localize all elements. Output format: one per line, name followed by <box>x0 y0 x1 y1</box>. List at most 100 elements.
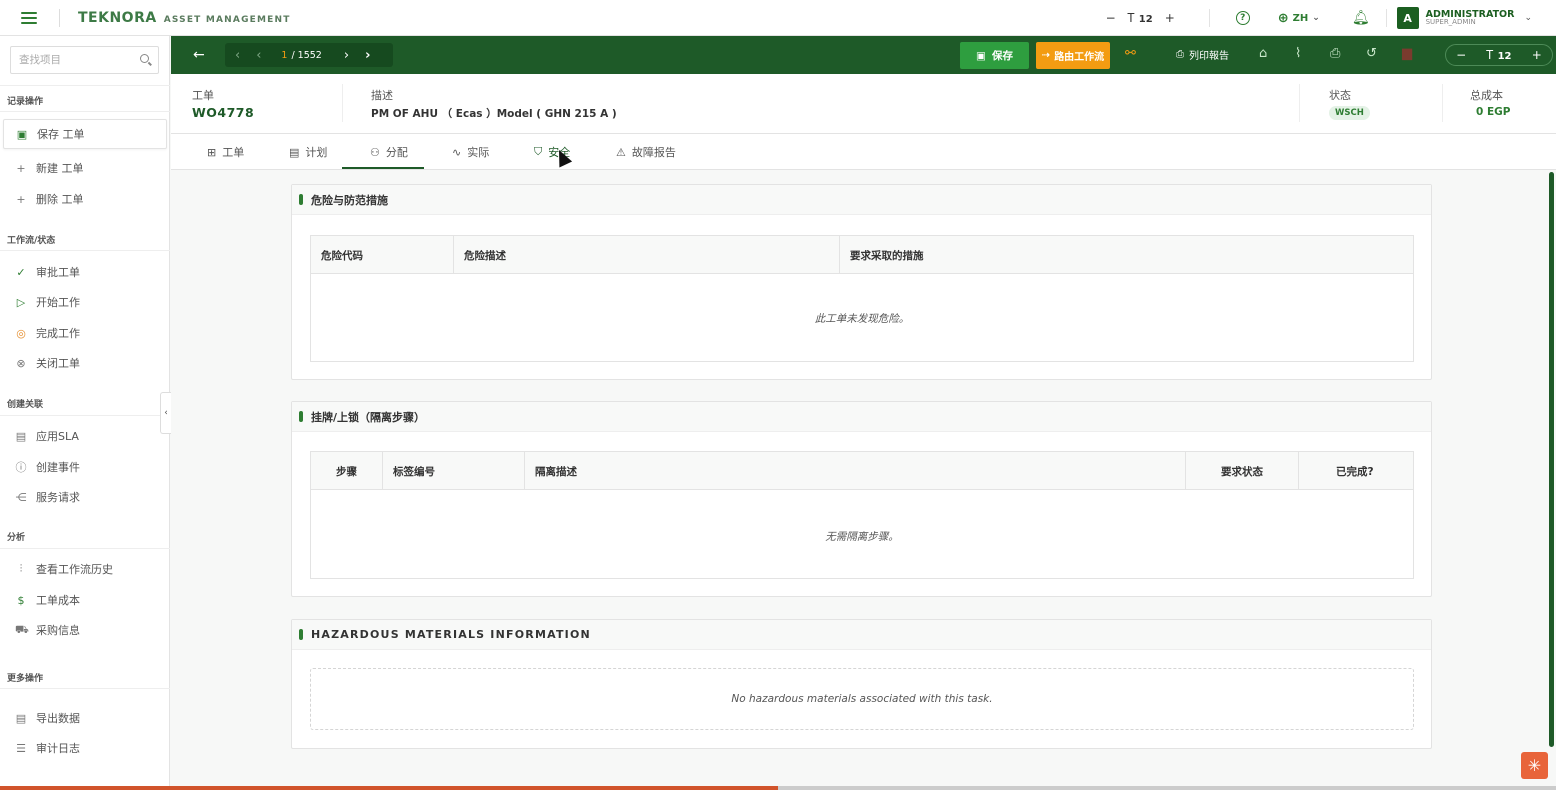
brand-logo[interactable]: TEKNORA ASSET MANAGEMENT <box>78 10 291 26</box>
sidebar-item-label: 创建事件 <box>36 461 80 474</box>
sidebar-item-label: 导出数据 <box>36 712 80 725</box>
font-size-value: 12 <box>1497 50 1512 62</box>
divider <box>1385 9 1387 27</box>
tag-icon[interactable]: ⌂ <box>1259 47 1267 60</box>
play-icon: ▷ <box>16 295 26 309</box>
user-info: ADMINISTRATOR SUPER_ADMIN <box>1426 10 1515 27</box>
font-decrease-button[interactable]: − <box>1456 48 1466 62</box>
divider <box>0 688 170 689</box>
total-cost-field: 总成本 0 EGP <box>1470 87 1510 118</box>
panel-title: 挂牌/上锁（隔离步骤） <box>311 410 426 424</box>
workflow-icon[interactable]: ⚯ <box>1125 47 1136 60</box>
empty-state: 无需隔离步骤。 <box>825 531 899 543</box>
sidebar-item-label: 完成工作 <box>36 327 80 340</box>
column-header[interactable]: 步骤 <box>336 452 357 490</box>
column-header[interactable]: 标签编号 <box>393 452 435 490</box>
prev-record-icon[interactable]: ‹ <box>256 48 261 63</box>
language-code: ZH <box>1292 12 1309 24</box>
sidebar-item-save[interactable]: ▣ 保存 工单 <box>3 119 167 149</box>
field-label: 工单 <box>192 89 214 102</box>
help-button[interactable]: ? <box>1235 11 1250 25</box>
sidebar-item-sla[interactable]: ▤ 应用SLA <box>15 424 79 448</box>
sidebar-collapse-button[interactable]: ‹ <box>160 392 171 434</box>
sidebar-item-approve[interactable]: ✓ 审批工单 <box>15 260 80 284</box>
history-icon[interactable]: ↺ <box>1366 47 1377 60</box>
tab-label: 故障报告 <box>631 146 676 159</box>
total-cost-value: 0 EGP <box>1476 106 1511 118</box>
tab-failure-report[interactable]: ⚠ 故障报告 <box>616 134 676 170</box>
sidebar: 记录操作 ▣ 保存 工单 + 新建 工单 + 删除 工单 工作流/状态 ✓ 审批… <box>0 36 170 790</box>
trash-icon[interactable]: ▆ <box>1402 47 1412 60</box>
search-input[interactable] <box>19 54 134 66</box>
divider <box>839 236 840 274</box>
assistant-button[interactable]: ✳ <box>1521 752 1548 779</box>
progress-fill <box>0 786 778 790</box>
user-menu[interactable]: A ADMINISTRATOR SUPER_ADMIN ⌄ <box>1396 7 1532 29</box>
document-icon: ▤ <box>289 145 300 159</box>
route-label: 路由工作流 <box>1054 52 1105 63</box>
sidebar-item-delete[interactable]: + 删除 工单 <box>15 187 83 211</box>
list-icon: ☰ <box>16 741 26 755</box>
divider <box>342 84 343 122</box>
attachment-icon[interactable]: ⌇ <box>1295 47 1301 60</box>
sidebar-item-start[interactable]: ▷ 开始工作 <box>15 290 80 314</box>
tab-label: 计划 <box>305 146 328 159</box>
save-icon: ▣ <box>16 127 28 141</box>
tab-label: 实际 <box>467 146 490 159</box>
panel-header: 危险与防范措施 <box>292 185 1431 215</box>
next-record-icon[interactable]: › <box>344 48 349 63</box>
font-size-value: 12 <box>1138 13 1153 25</box>
sidebar-item-cost[interactable]: $ 工单成本 <box>15 588 81 612</box>
sidebar-item-new[interactable]: + 新建 工单 <box>15 156 83 180</box>
column-header[interactable]: 已完成? <box>1336 452 1374 490</box>
sidebar-item-event[interactable]: ⓘ 创建事件 <box>15 455 81 479</box>
sidebar-item-label: 开始工作 <box>36 296 80 309</box>
cart-icon: ⛟ <box>15 622 29 636</box>
printer-icon: ⎙ <box>1176 49 1184 60</box>
status-badge: WSCH <box>1329 106 1370 120</box>
column-header[interactable]: 危险描述 <box>464 236 506 274</box>
work-order-number: WO4778 <box>192 105 255 120</box>
sidebar-item-label: 服务请求 <box>36 491 80 504</box>
print-report-button[interactable]: ⎙ 列印報告 <box>1176 47 1229 62</box>
scrollbar[interactable] <box>1549 172 1554 747</box>
tab-plan[interactable]: ▤ 计划 <box>289 134 327 170</box>
back-arrow-icon[interactable]: ← <box>193 47 205 63</box>
column-header[interactable]: 要求状态 <box>1221 452 1263 490</box>
language-selector[interactable]: ⊕ ZH ⌄ <box>1278 11 1320 26</box>
document-icon: ▤ <box>15 429 27 443</box>
sidebar-item-audit[interactable]: ☰ 审计日志 <box>15 736 80 760</box>
menu-icon[interactable] <box>21 11 37 24</box>
column-header[interactable]: 隔离描述 <box>535 452 577 490</box>
top-bar: TEKNORA ASSET MANAGEMENT − Ꭲ 12 + ? ⊕ ZH… <box>0 0 1556 36</box>
table-header: 步骤 标签编号 隔离描述 要求状态 已完成? <box>311 452 1413 490</box>
tab-work-order[interactable]: ⊞ 工单 <box>207 134 244 170</box>
print-icon[interactable]: ⎙ <box>1330 47 1340 60</box>
column-header[interactable]: 危险代码 <box>321 236 363 274</box>
tab-assign[interactable]: ⚇ 分配 <box>370 134 408 170</box>
dollar-icon: $ <box>17 593 25 607</box>
brand-subtitle: ASSET MANAGEMENT <box>163 14 291 25</box>
font-decrease-button[interactable]: − <box>1106 11 1116 25</box>
last-record-icon[interactable]: › <box>365 48 370 63</box>
page-total: / 1552 <box>291 49 322 61</box>
search-icon[interactable] <box>140 54 149 63</box>
alert-circle-icon: ⓘ <box>15 461 27 474</box>
font-increase-button[interactable]: + <box>1532 48 1542 62</box>
sidebar-item-export[interactable]: ▤ 导出数据 <box>15 706 80 730</box>
first-record-icon[interactable]: ‹ <box>235 48 240 63</box>
route-workflow-button[interactable]: ⇢ 路由工作流 <box>1036 42 1110 69</box>
column-header[interactable]: 要求采取的措施 <box>850 236 924 274</box>
sidebar-item-close[interactable]: ⊗ 关闭工单 <box>15 351 80 375</box>
sidebar-item-service[interactable]: ⋲ 服务请求 <box>15 485 81 509</box>
divider <box>1185 452 1186 490</box>
plus-icon: + <box>16 161 26 175</box>
notifications-button[interactable]: 🔔︎ <box>1352 10 1370 26</box>
tab-actuals[interactable]: ∿ 实际 <box>452 134 489 170</box>
sidebar-item-complete[interactable]: ◎ 完成工作 <box>15 321 80 345</box>
font-increase-button[interactable]: + <box>1165 11 1175 25</box>
sidebar-item-purchase[interactable]: ⛟ 采购信息 <box>15 618 80 642</box>
save-button[interactable]: ▣ 保存 <box>960 42 1029 69</box>
sidebar-item-history[interactable]: ⫶ 查看工作流历史 <box>15 557 113 581</box>
sidebar-item-label: 审批工单 <box>36 266 80 279</box>
